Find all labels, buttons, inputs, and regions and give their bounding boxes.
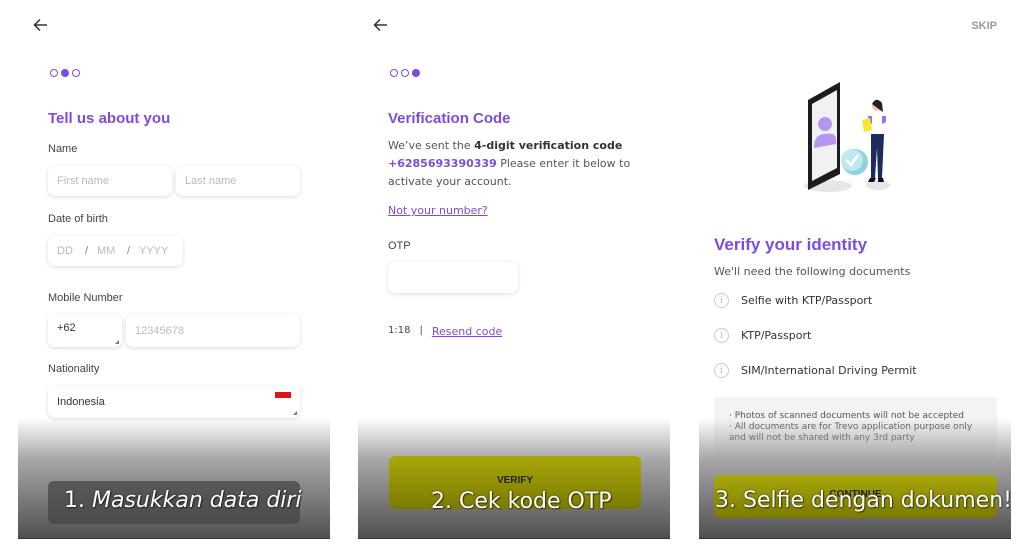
step-caption: 3. Selfie dengan dokumen! xyxy=(715,488,1012,513)
separator: | xyxy=(419,325,423,336)
dob-day[interactable]: DD xyxy=(57,245,85,257)
dob-label: Date of birth xyxy=(48,213,108,225)
name-label: Name xyxy=(48,143,78,155)
screen-verification-code: Verification Code We’ve sent the 4-digit… xyxy=(340,0,680,547)
page-title: Verify your identity xyxy=(714,235,868,254)
screen-personal-details: Tell us about you Name First name Last n… xyxy=(0,0,340,547)
last-name-input[interactable]: Last name xyxy=(176,166,300,196)
caption-text: Masukkan data diri xyxy=(92,488,302,513)
first-name-placeholder: First name xyxy=(57,175,109,187)
info-icon[interactable]: i xyxy=(714,363,729,378)
progress-dot-active xyxy=(412,69,420,77)
last-name-placeholder: Last name xyxy=(185,175,237,187)
progress-dot-active xyxy=(61,69,69,77)
resend-row: 1:18 | Resend code xyxy=(388,325,502,338)
mobile-number-input[interactable]: 12345678 xyxy=(126,314,300,347)
page-subtitle: We'll need the following documents xyxy=(714,265,911,278)
resend-code-link[interactable]: Resend code xyxy=(432,325,502,338)
dob-separator: / xyxy=(127,245,131,257)
progress-dot xyxy=(50,69,58,77)
caption-number: 1. xyxy=(64,488,85,513)
country-code-select[interactable]: +62 xyxy=(48,314,122,347)
mobile-placeholder: 12345678 xyxy=(135,324,184,337)
indonesia-flag-icon xyxy=(275,392,291,402)
progress-dots xyxy=(50,69,80,77)
nationality-select[interactable]: Indonesia xyxy=(48,386,300,418)
info-icon[interactable]: i xyxy=(714,328,729,343)
screen-verify-identity: SKIP Verify your identity We'll need the… xyxy=(680,0,1024,547)
mobile-label: Mobile Number xyxy=(48,292,123,304)
dob-year[interactable]: YYYY xyxy=(139,245,168,257)
page-title: Tell us about you xyxy=(48,110,171,127)
document-label: KTP/Passport xyxy=(741,329,812,342)
desc-bold: 4-digit verification code xyxy=(474,139,623,152)
not-your-number-link[interactable]: Not your number? xyxy=(388,204,488,217)
document-item[interactable]: i Selfie with KTP/Passport xyxy=(714,293,872,308)
progress-dot xyxy=(72,69,80,77)
skip-button[interactable]: SKIP xyxy=(971,20,997,32)
country-code-value: +62 xyxy=(57,322,76,334)
step-caption: 1. Masukkan data diri xyxy=(64,488,302,513)
nationality-label: Nationality xyxy=(48,363,100,375)
nationality-value: Indonesia xyxy=(57,396,105,408)
dob-month[interactable]: MM xyxy=(97,245,127,257)
progress-dots xyxy=(390,69,420,77)
first-name-input[interactable]: First name xyxy=(48,166,172,196)
arrow-left-icon[interactable] xyxy=(372,14,390,36)
progress-dot xyxy=(401,69,409,77)
dob-input[interactable]: DD / MM / YYYY xyxy=(48,236,183,266)
dob-separator: / xyxy=(85,245,89,257)
document-label: SIM/International Driving Permit xyxy=(741,364,917,377)
info-icon[interactable]: i xyxy=(714,293,729,308)
progress-dot xyxy=(390,69,398,77)
phone-identity-verification-illustration xyxy=(798,78,913,196)
resize-handle-icon xyxy=(293,411,297,415)
document-item[interactable]: i KTP/Passport xyxy=(714,328,811,343)
desc-prefix: We’ve sent the xyxy=(388,139,475,152)
countdown-timer: 1:18 xyxy=(388,325,411,336)
document-item[interactable]: i SIM/International Driving Permit xyxy=(714,363,917,378)
arrow-left-icon[interactable] xyxy=(32,14,50,36)
verification-description: We’ve sent the 4-digit verification code… xyxy=(388,137,658,191)
step-caption: 2. Cek kode OTP xyxy=(431,489,612,514)
phone-number: +6285693390339 xyxy=(388,157,497,170)
otp-input[interactable] xyxy=(388,262,518,293)
page-title: Verification Code xyxy=(388,110,511,127)
otp-label: OTP xyxy=(388,240,411,252)
resize-handle-icon xyxy=(115,340,119,344)
document-label: Selfie with KTP/Passport xyxy=(741,294,873,307)
